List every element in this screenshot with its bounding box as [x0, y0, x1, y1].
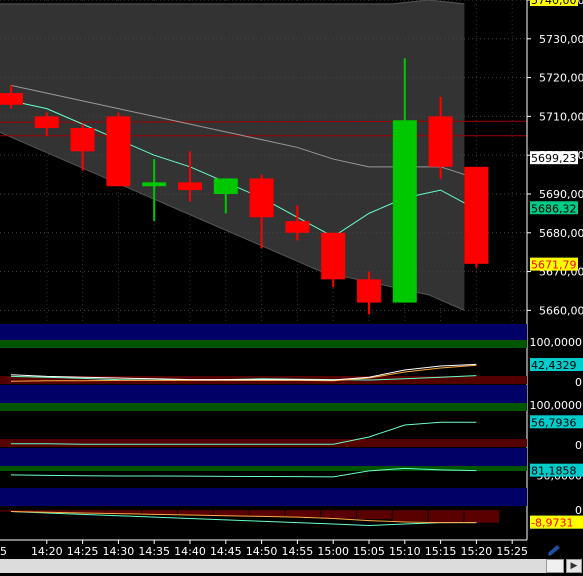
price-tag-label: 5740,00: [531, 0, 577, 7]
panel-separator: [0, 324, 527, 340]
histogram-bar: [357, 510, 392, 520]
histogram-bar: [213, 510, 249, 516]
candle-body: [321, 232, 346, 280]
price-tick-label: 5730,00: [539, 33, 583, 46]
price-tag-label: 5671,79: [531, 259, 577, 272]
scrollbar-track: [0, 559, 546, 573]
price-chart: 5660,005670,005680,005690,005700,005710,…: [0, 0, 583, 576]
indicator-tick-label: 100,0000: [530, 399, 583, 412]
candle-body: [213, 178, 238, 194]
oversold-zone: [0, 439, 527, 447]
histogram-bar: [464, 510, 500, 523]
indicator-tick-label: 0: [575, 376, 582, 389]
pen-tool-icon[interactable]: [543, 541, 565, 556]
histogram-bar: [321, 510, 356, 519]
indicator-tick-label: 0: [575, 504, 582, 517]
candle-body: [178, 182, 202, 191]
time-tick-label: 15:20: [461, 545, 493, 558]
indicator-tick-label: 100,0000: [530, 336, 583, 349]
overbought-zone: [0, 340, 527, 348]
histogram-bar: [285, 510, 321, 518]
candle-body: [285, 221, 310, 233]
time-tick-label: 14:20: [31, 545, 63, 558]
time-tick-label: 14:45: [210, 545, 242, 558]
panel-separator: [0, 385, 527, 403]
time-tick-label: 15:00: [317, 545, 349, 558]
candle-body: [428, 116, 453, 167]
time-tick-label: 15:25: [496, 545, 528, 558]
indicator-value-label: 42,4329: [531, 359, 577, 372]
histogram-bar: [249, 510, 285, 517]
scroll-right-arrow-icon[interactable]: ▶: [566, 559, 582, 573]
histogram-bar: [428, 510, 464, 523]
price-tick-label: 5680,00: [539, 227, 583, 240]
time-tick-label: 14:30: [103, 545, 135, 558]
price-tag-label: 5699,23: [531, 152, 577, 165]
indicator-value-label: 56,7936: [531, 416, 577, 429]
time-tick-label: 15:10: [389, 545, 421, 558]
candle-body: [34, 116, 59, 129]
price-tick-label: 5690,00: [539, 188, 583, 201]
time-tick-label: 14:50: [246, 545, 278, 558]
candle-body: [106, 116, 131, 187]
indicator-value-label: 81,1858: [531, 465, 577, 478]
horizontal-scroll-thumb[interactable]: [546, 559, 564, 573]
histogram-bar: [392, 510, 428, 522]
indicator-tick-label: 0: [575, 439, 582, 452]
price-tick-label: 5710,00: [539, 110, 583, 123]
candle-body: [142, 182, 167, 187]
time-tick-label: 5: [0, 545, 7, 558]
panel-separator: [0, 488, 527, 506]
candle-body: [70, 128, 95, 152]
candle-body: [392, 120, 417, 303]
price-axis-background: [527, 0, 583, 576]
time-tick-label: 14:35: [138, 545, 170, 558]
time-tick-label: 14:55: [282, 545, 314, 558]
time-tick-label: 15:05: [353, 545, 385, 558]
candle-body: [464, 166, 489, 264]
candle-body: [357, 279, 381, 303]
candle-body: [0, 93, 23, 105]
time-tick-label: 15:15: [425, 545, 457, 558]
price-tick-label: 5660,00: [539, 304, 583, 317]
time-tick-label: 14:40: [174, 545, 206, 558]
indicator-value-label: -8,9731: [531, 517, 573, 530]
price-tag-label: 5686,32: [531, 202, 577, 215]
price-tick-label: 5720,00: [539, 72, 583, 85]
panel-separator: [0, 448, 527, 466]
candle-body: [249, 178, 274, 218]
overbought-zone: [0, 403, 527, 411]
time-tick-label: 14:25: [67, 545, 99, 558]
histogram-bar: [178, 510, 213, 516]
